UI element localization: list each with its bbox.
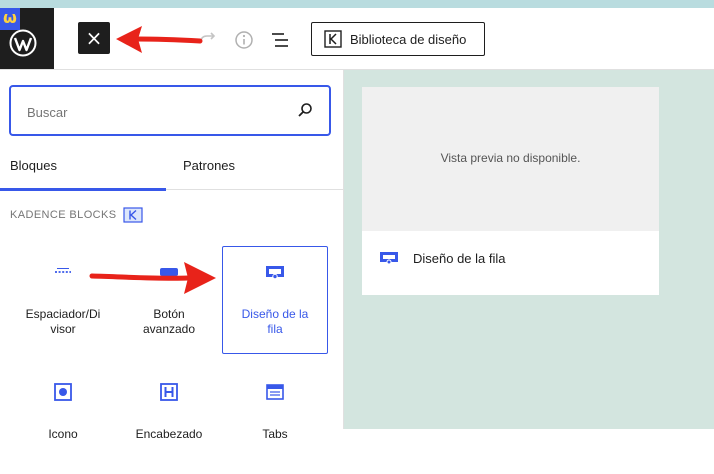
block-label: Espaciador/Di visor xyxy=(12,307,114,337)
category-heading: KADENCE BLOCKS xyxy=(10,209,117,221)
block-spacer-divider[interactable]: Espaciador/Di visor xyxy=(10,246,116,354)
block-label-line2: avanzado xyxy=(142,322,196,336)
block-label: Tabs xyxy=(224,427,326,442)
block-icon[interactable]: Icono xyxy=(10,366,116,474)
kadence-category-icon xyxy=(123,207,143,223)
block-label-line1: Encabezado xyxy=(135,427,203,441)
inserter-tabs: Bloques Patrones xyxy=(0,150,344,191)
block-label-line2: fila xyxy=(267,322,283,336)
block-label-line1: Espaciador/Di xyxy=(25,307,101,321)
preview-area: Vista previa no disponible. xyxy=(362,87,659,231)
block-inserter-panel: Bloques Patrones KADENCE BLOCKS Espaciad… xyxy=(0,70,344,441)
info-icon[interactable] xyxy=(234,30,254,50)
close-inserter-button[interactable]: × xyxy=(78,22,110,54)
kadence-icon xyxy=(324,30,342,48)
wordpress-icon xyxy=(9,29,37,57)
brand-badge: ω xyxy=(0,8,20,30)
block-label-line1: Tabs xyxy=(262,427,288,441)
row-layout-icon xyxy=(266,266,284,280)
button-icon xyxy=(160,268,178,276)
tab-patterns[interactable]: Patrones xyxy=(183,150,303,189)
block-label-line2: visor xyxy=(50,322,76,336)
block-label-line1: Diseño de la xyxy=(241,307,309,321)
tab-blocks-label: Bloques xyxy=(10,158,57,173)
icon-block-icon xyxy=(54,383,72,401)
close-icon: × xyxy=(85,26,103,50)
block-row-layout[interactable]: Diseño de la fila xyxy=(222,246,328,354)
search-input[interactable] xyxy=(25,101,289,123)
block-heading[interactable]: Encabezado xyxy=(116,366,222,474)
preview-title: Diseño de la fila xyxy=(413,251,506,266)
block-preview-card: Vista previa no disponible. Diseño de la… xyxy=(362,87,659,295)
outline-icon[interactable] xyxy=(270,31,290,49)
preview-unavailable-text: Vista previa no disponible. xyxy=(440,151,581,165)
tab-patterns-label: Patrones xyxy=(183,158,236,173)
row-layout-icon xyxy=(380,252,398,265)
block-label-line1: Botón xyxy=(153,307,185,321)
block-tabs[interactable]: Tabs xyxy=(222,366,328,474)
design-library-button[interactable]: Biblioteca de diseño xyxy=(311,22,485,56)
block-advanced-button[interactable]: Botón avanzado xyxy=(116,246,222,354)
search-box xyxy=(9,85,331,136)
tabs-icon xyxy=(266,384,284,400)
search-icon xyxy=(298,103,312,117)
block-label: Diseño de la fila xyxy=(224,307,326,337)
block-label: Icono xyxy=(12,427,114,442)
tab-blocks[interactable]: Bloques xyxy=(0,150,166,191)
block-label: Encabezado xyxy=(118,427,220,442)
top-strip xyxy=(0,0,714,8)
redo-icon[interactable] xyxy=(199,30,217,48)
block-label: Botón avanzado xyxy=(118,307,220,337)
spacer-icon xyxy=(55,268,71,273)
heading-icon xyxy=(160,383,178,401)
block-label-line1: Icono xyxy=(48,427,78,441)
design-library-label: Biblioteca de diseño xyxy=(350,31,467,47)
